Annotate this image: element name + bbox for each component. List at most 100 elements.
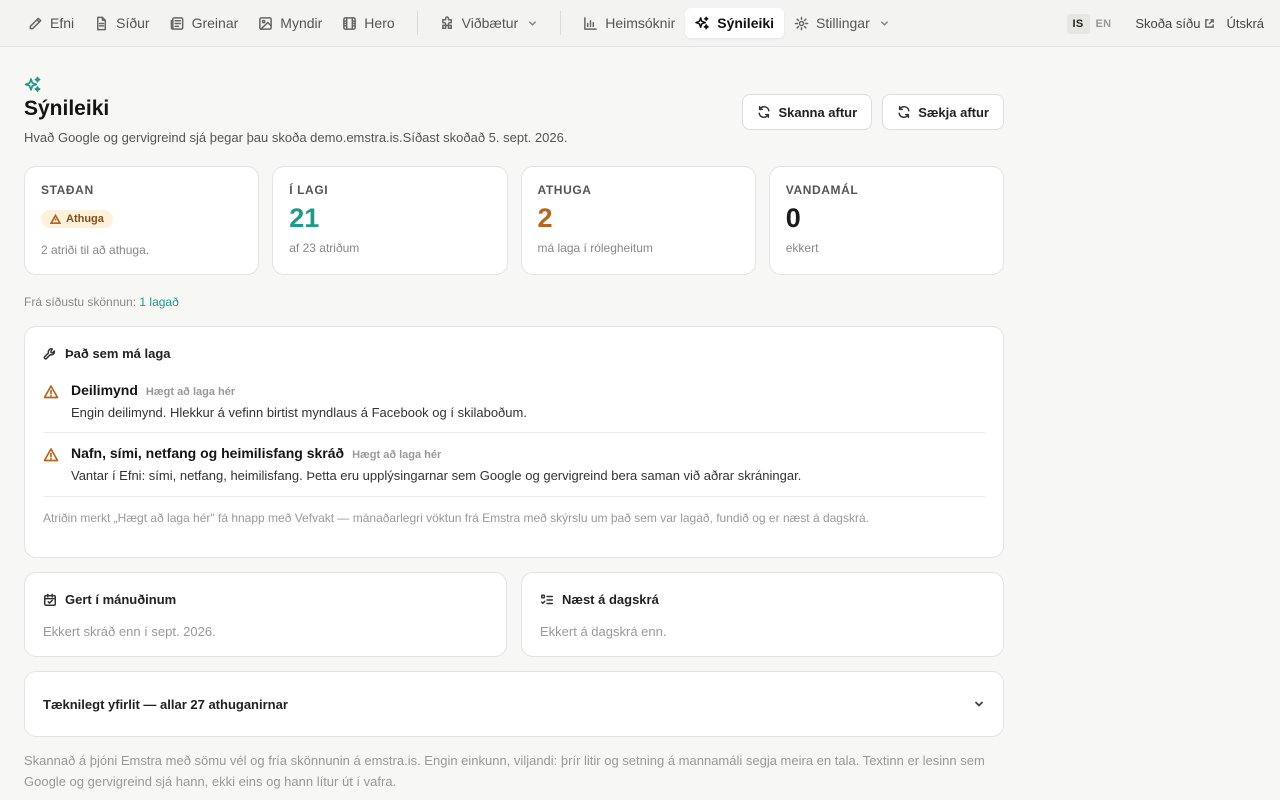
view-site-link[interactable]: Skoða síðu (1135, 16, 1215, 31)
chevron-down-icon (880, 20, 888, 26)
document-icon (97, 16, 107, 30)
fix-item-title: Nafn, sími, netfang og heimilisfang skrá… (71, 445, 345, 461)
nav-item-label: Heimsóknir (605, 15, 676, 31)
stats-row: STAÐAN Athuga 2 atriði til að athuga. Í … (24, 166, 1004, 275)
nav-item-greinar[interactable]: Greinar (160, 8, 249, 38)
top-nav: Efni Síður Greinar Myndir Hero Viðbætur … (0, 0, 1280, 47)
sparkles-icon (695, 16, 710, 29)
refresh-icon (758, 106, 770, 118)
next-panel-title: Næst á dagskrá (562, 592, 659, 607)
sparkles-icon (24, 76, 42, 94)
stat-card-warn: ATHUGA 2 má laga í rólegheitum (520, 166, 756, 275)
warning-icon (43, 385, 59, 399)
bar-chart-icon (584, 16, 598, 30)
status-badge-label: Athuga (66, 213, 104, 225)
nav-item-label: Síður (116, 15, 150, 31)
external-link-icon (1205, 19, 1215, 28)
fixed-count-link[interactable]: 1 lagað (139, 295, 178, 309)
since-last-scan: Frá síðustu skönnun: 1 lagað (24, 295, 179, 309)
refresh-icon (898, 106, 910, 118)
newspaper-icon (170, 16, 183, 30)
technical-overview-title: Tæknilegt yfirlit — allar 27 athuganirna… (43, 696, 288, 712)
done-this-month-panel: Gert í mánuðinum Ekkert skráð enn í sept… (24, 572, 507, 657)
fix-item: Deilimynd Hægt að laga hér Engin deilimy… (43, 382, 985, 433)
stat-card-problems: VANDAMÁL 0 ekkert (768, 166, 1004, 275)
done-panel-note: Ekkert skráð enn í sept. 2026. (43, 624, 216, 639)
nav-item-stillingar[interactable]: Stillingar (784, 8, 900, 38)
nav-item-label: Hero (364, 15, 395, 31)
stat-label: Í LAGI (289, 183, 329, 197)
calendar-check-icon (44, 593, 56, 606)
nav-right: IS EN Skoða síðu Útskrá (1066, 0, 1264, 47)
stat-note: 2 atriði til að athuga. (41, 242, 150, 257)
puzzle-icon (441, 15, 452, 29)
fix-panel-title: Það sem má laga (65, 346, 171, 361)
chevron-down-icon (975, 701, 983, 707)
fixable-tag: Hægt að laga hér (352, 449, 442, 461)
fix-item-title-row: Nafn, sími, netfang og heimilisfang skrá… (71, 445, 985, 461)
next-on-agenda-panel: Næst á dagskrá Ekkert á dagskrá enn. (521, 572, 1004, 657)
fix-item: Nafn, sími, netfang og heimilisfang skrá… (43, 445, 985, 497)
stat-label: VANDAMÁL (785, 183, 859, 197)
nav-item-vidbaetur[interactable]: Viðbætur (430, 8, 549, 38)
refetch-label: Sækja aftur (918, 104, 989, 120)
technical-overview-toggle[interactable]: Tæknilegt yfirlit — allar 27 athuganirna… (24, 671, 1004, 737)
checklist-icon (541, 593, 553, 604)
nav-item-efni[interactable]: Efni (18, 8, 84, 38)
fix-panel-footnote: Atriðin merkt „Hægt að laga hér" fá hnap… (43, 511, 869, 525)
stat-label: ATHUGA (537, 183, 592, 197)
warning-icon (43, 448, 59, 462)
refetch-button[interactable]: Sækja aftur (882, 94, 1004, 130)
wrench-icon (43, 347, 56, 360)
footer-note: Skannað á þjóni Emstra með sömu vél og f… (24, 753, 985, 789)
view-site-label: Skoða síðu (1135, 16, 1201, 31)
nav-item-label: Sýnileiki (717, 15, 775, 31)
language-switch: IS EN (1066, 13, 1118, 34)
fixable-tag: Hægt að laga hér (145, 386, 236, 398)
nav-item-sidur[interactable]: Síður (84, 8, 159, 38)
nav-item-label: Stillingar (816, 15, 870, 31)
nav-item-label: Efni (50, 15, 75, 31)
nav-item-hero[interactable]: Hero (332, 8, 404, 38)
film-icon (343, 16, 357, 30)
page-subtitle: Hvað Google og gervigreind sjá þegar þau… (24, 130, 568, 145)
fix-item-description: Vantar í Efni: sími, netfang, heimilisfa… (71, 468, 802, 483)
status-badge: Athuga (41, 210, 113, 228)
lang-en-button[interactable]: EN (1090, 14, 1118, 34)
nav-item-label: Myndir (280, 15, 323, 31)
fix-item-title-row: Deilimynd Hægt að laga hér (71, 382, 985, 398)
fix-item-description: Engin deilimynd. Hlekkur á vefinn birtis… (71, 405, 527, 420)
page-title: Sýnileiki (24, 97, 110, 120)
done-panel-header: Gert í mánuðinum (43, 592, 488, 607)
nav-item-label: Viðbætur (461, 15, 519, 31)
stat-card-ok: Í LAGI 21 af 23 atriðum (272, 166, 508, 275)
fix-panel-header: Það sem má laga (43, 346, 985, 361)
warning-icon (50, 213, 61, 224)
nav-item-synileiki[interactable]: Sýnileiki (685, 8, 785, 38)
lang-is-button[interactable]: IS (1066, 13, 1090, 34)
stat-label: STAÐAN (41, 183, 94, 197)
next-panel-header: Næst á dagskrá (540, 592, 985, 607)
stat-value: 0 (785, 203, 801, 233)
stat-card-status: STAÐAN Athuga 2 atriði til að athuga. (24, 166, 260, 275)
nav-item-myndir[interactable]: Myndir (248, 8, 332, 38)
stat-value: 2 (537, 203, 553, 233)
stat-value: 21 (289, 203, 320, 233)
since-last-scan-prefix: Frá síðustu skönnun: (24, 295, 137, 309)
nav-item-heimsoknir[interactable]: Heimsóknir (573, 8, 685, 38)
fix-item-title: Deilimynd (71, 382, 138, 398)
fix-panel: Það sem má laga Deilimynd Hægt að laga h… (24, 326, 1004, 558)
rescan-button[interactable]: Skanna aftur (742, 94, 873, 130)
pencil-icon (29, 17, 42, 29)
gear-icon (794, 16, 809, 30)
done-panel-title: Gert í mánuðinum (65, 592, 177, 607)
chevron-down-icon (529, 20, 537, 26)
stat-note: ekkert (785, 241, 819, 255)
stat-note: má laga í rólegheitum (537, 241, 653, 255)
image-icon (259, 16, 273, 30)
nav-divider (560, 11, 562, 35)
stat-note: af 23 atriðum (289, 241, 360, 255)
header-actions: Skanna aftur Sækja aftur (742, 94, 1004, 130)
rescan-label: Skanna aftur (778, 104, 858, 120)
logout-link[interactable]: Útskrá (1226, 16, 1264, 31)
